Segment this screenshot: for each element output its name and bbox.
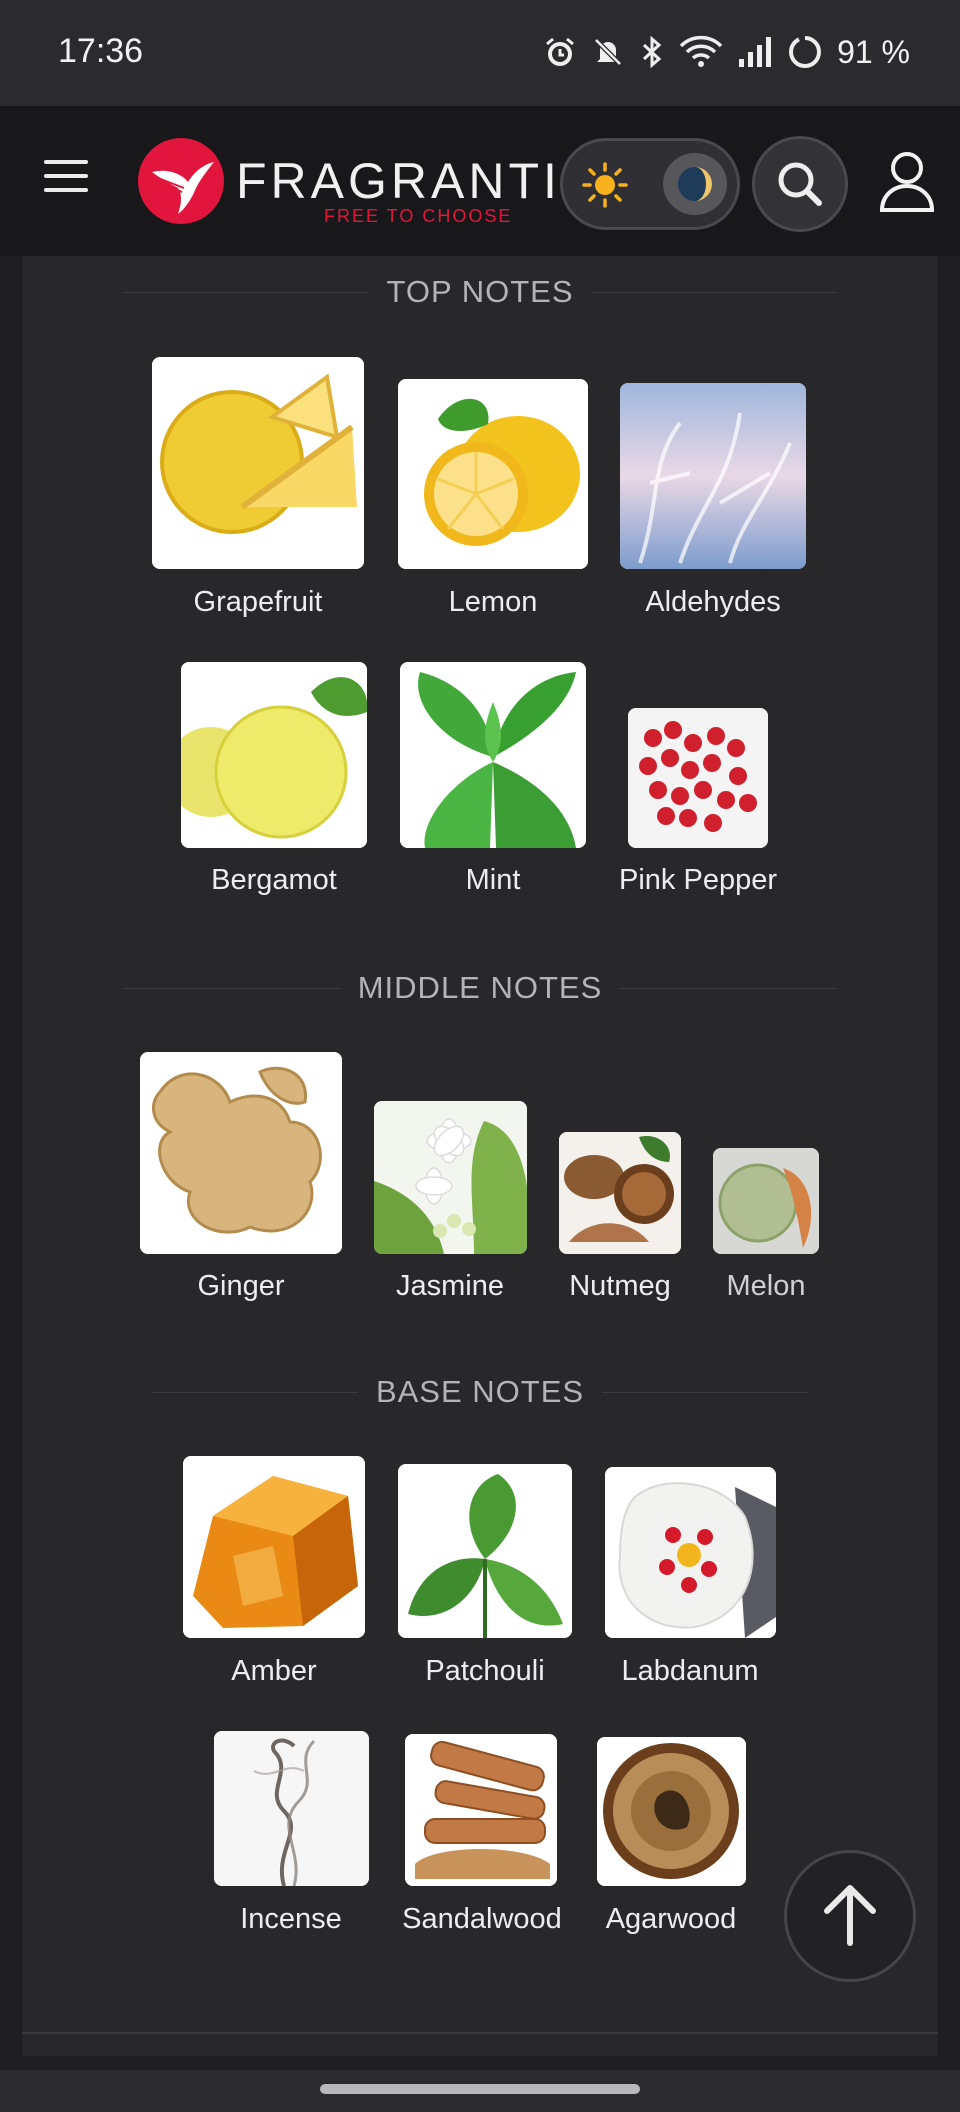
incense-image[interactable]	[214, 1731, 369, 1886]
base-notes-title: BASE NOTES	[357, 1374, 603, 1409]
home-handle[interactable]	[320, 2084, 640, 2094]
top-notes-header: TOP NOTES	[22, 270, 938, 314]
note-label-amber[interactable]: Amber	[231, 1655, 316, 1688]
mint-image[interactable]	[400, 662, 586, 848]
sun-icon	[582, 162, 628, 208]
melon-image[interactable]	[713, 1148, 819, 1254]
lemon-image[interactable]	[398, 379, 588, 569]
wifi-icon	[679, 35, 723, 67]
site-header: FRAGRANTICA FREE TO CHOOSE	[0, 106, 960, 256]
signal-icon	[739, 37, 772, 67]
note-label-lemon[interactable]: Lemon	[449, 586, 538, 619]
menu-icon[interactable]	[44, 160, 88, 196]
note-label-pink-pepper[interactable]: Pink Pepper	[619, 864, 777, 897]
hummingbird-logo[interactable]	[138, 138, 224, 224]
moon-icon	[663, 153, 727, 215]
status-time: 17:36	[58, 32, 144, 70]
note-label-patchouli[interactable]: Patchouli	[425, 1655, 544, 1688]
middle-notes-header: MIDDLE NOTES	[22, 966, 938, 1010]
scroll-to-top-button[interactable]	[784, 1850, 916, 1982]
note-label-incense[interactable]: Incense	[240, 1903, 342, 1936]
note-label-bergamot[interactable]: Bergamot	[211, 864, 337, 897]
arrow-up-icon	[824, 1885, 876, 1946]
alarm-icon	[546, 37, 575, 66]
content-divider	[22, 2032, 938, 2034]
search-button[interactable]	[752, 136, 848, 232]
patchouli-image[interactable]	[398, 1464, 572, 1638]
user-icon[interactable]	[872, 146, 942, 216]
search-icon	[778, 162, 822, 206]
amber-image[interactable]	[183, 1456, 365, 1638]
top-notes-title: TOP NOTES	[368, 274, 592, 309]
sandalwood-image[interactable]	[405, 1734, 557, 1886]
middle-notes-title: MIDDLE NOTES	[339, 970, 621, 1005]
status-icons: 91 %	[543, 30, 910, 74]
note-label-ginger[interactable]: Ginger	[197, 1270, 284, 1303]
note-label-mint[interactable]: Mint	[466, 864, 521, 897]
labdanum-image[interactable]	[605, 1467, 776, 1638]
battery-icon	[789, 35, 822, 68]
note-label-melon[interactable]: Melon	[727, 1270, 806, 1303]
note-label-nutmeg[interactable]: Nutmeg	[569, 1270, 671, 1303]
bluetooth-icon	[643, 35, 662, 69]
grapefruit-image[interactable]	[152, 357, 364, 569]
ginger-image[interactable]	[140, 1052, 342, 1254]
note-label-jasmine[interactable]: Jasmine	[396, 1270, 504, 1303]
theme-toggle[interactable]	[560, 138, 740, 230]
agarwood-image[interactable]	[597, 1737, 746, 1886]
mute-icon	[594, 38, 622, 66]
battery-percent: 91 %	[837, 33, 910, 70]
base-notes-header: BASE NOTES	[22, 1370, 938, 1414]
note-label-sandalwood[interactable]: Sandalwood	[402, 1903, 562, 1936]
nutmeg-image[interactable]	[559, 1132, 681, 1254]
system-nav-bar	[0, 2070, 960, 2112]
bergamot-image[interactable]	[181, 662, 367, 848]
status-bar: 17:36 91 %	[0, 0, 960, 106]
note-label-aldehydes[interactable]: Aldehydes	[645, 586, 780, 619]
note-label-labdanum[interactable]: Labdanum	[621, 1655, 758, 1688]
brand-tagline: FREE TO CHOOSE	[324, 206, 513, 226]
note-label-agarwood[interactable]: Agarwood	[606, 1903, 737, 1936]
pink-pepper-image[interactable]	[628, 708, 768, 848]
note-label-grapefruit[interactable]: Grapefruit	[194, 586, 323, 619]
jasmine-image[interactable]	[374, 1101, 527, 1254]
notes-pyramid: TOP NOTES Grapefruit Lemon Aldehydes Ber…	[22, 256, 938, 2056]
aldehydes-image[interactable]	[620, 383, 806, 569]
